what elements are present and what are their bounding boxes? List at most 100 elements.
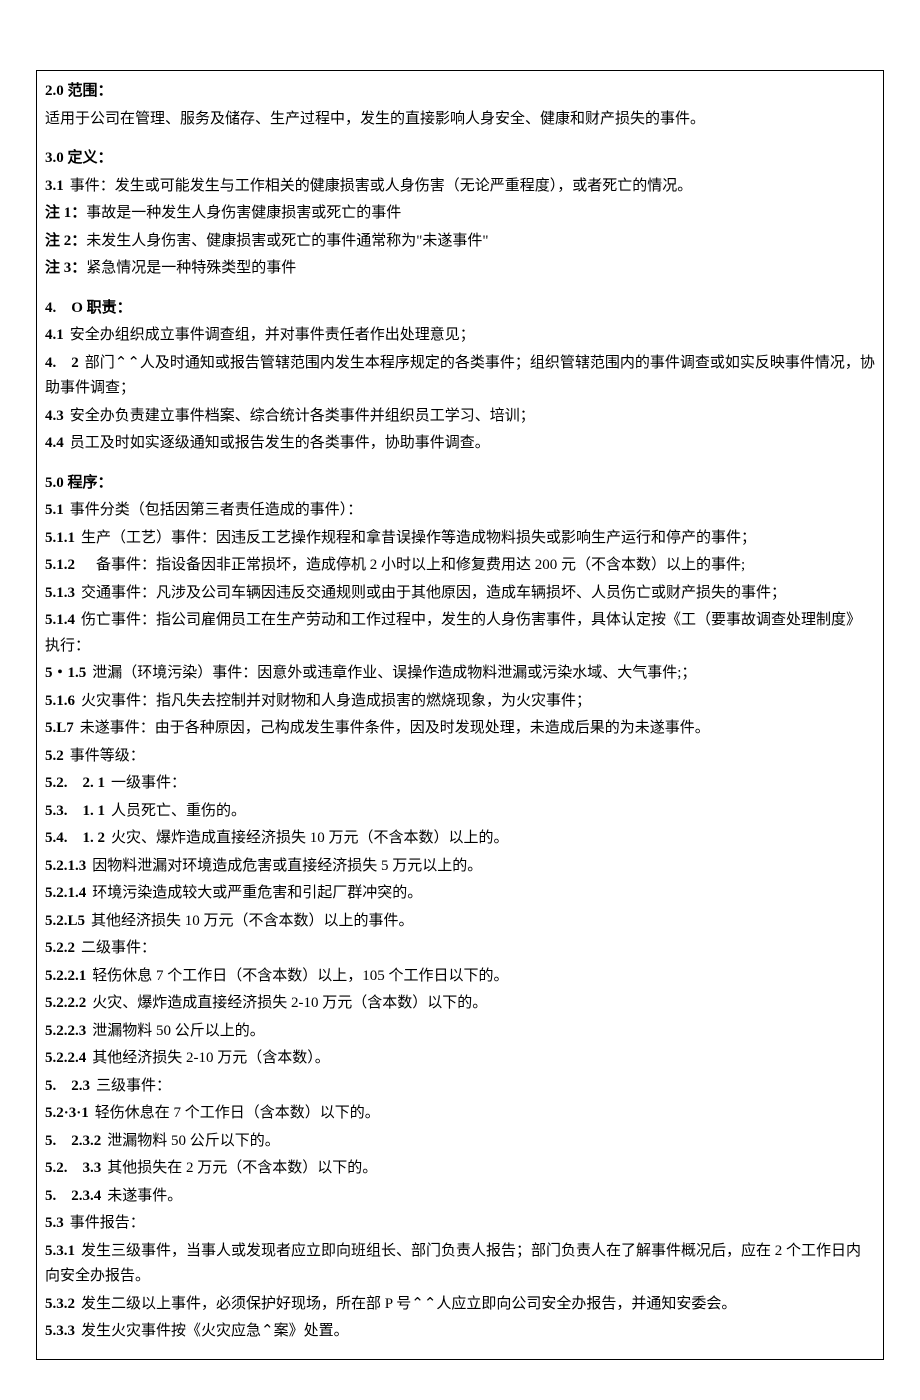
note-3: 注 3：紧急情况是一种特殊类型的事件 [45,256,875,282]
item-5.2.3.3: 5.2. 3.3 其他损失在 2 万元（不含本数）以下的。 [45,1156,875,1182]
num-5.2.1: 5.2. 2. 1 [45,775,105,791]
num-5.2.1.5: 5.2.L5 [45,913,85,929]
num-5.1.1: 5.1.1 [45,530,75,546]
text-5.3.2: 发生二级以上事件，必须保护好现场，所在部 P 号⌃⌃人应立即向公司安全办报告，并… [81,1296,736,1312]
text-5.1.3: 交通事件：凡涉及公司车辆因违反交通规则或由于其他原因，造成车辆损坏、人员伤亡或财… [81,585,786,601]
num-5.1: 5.1 [45,502,64,518]
text-5.2.1: 一级事件： [111,775,186,791]
item-5.3.1: 5.3.1发生三级事件，当事人或发现者应立即向班组长、部门负责人报告；部门负责人… [45,1239,875,1290]
item-5.2.1.4: 5.2.1.4 环境污染造成较大或严重危害和引起厂群冲突的。 [45,881,875,907]
item-3.1: 3.1 事件：发生或可能发生与工作相关的健康损害或人身伤害（无论严重程度），或者死… [45,174,875,200]
num-5.2.3.3: 5.2. 3.3 [45,1160,101,1176]
num-5.1.2: 5.1.2 [45,557,75,573]
section-2-body: 适用于公司在管理、服务及储存、生产过程中，发生的直接影响人身安全、健康和财产损失… [45,107,875,133]
num-5.1.5: 5・1.5 [45,665,86,681]
num-4.4: 4.4 [45,435,64,451]
num-5.2.2.1: 5.2.2.1 [45,968,86,984]
item-5.2.1: 5.2. 2. 1 一级事件： [45,771,875,797]
num-5.1.3: 5.1.3 [45,585,75,601]
item-5.3.3: 5.3.3 发生火灾事件按《火灾应急⌃案》处置。 [45,1319,875,1345]
num-5.2.2.2: 5.2.2.2 [45,995,86,1011]
item-5.1.5: 5・1.5 泄漏（环境污染）事件：因意外或违章作业、误操作造成物料泄漏或污染水域、… [45,661,875,687]
text-5.2: 事件等级： [70,748,145,764]
num-5: 5.0 [45,475,64,491]
item-5.1: 5.1事件分类（包括因第三者责任造成的事件）： [45,498,875,524]
note1-label: 注 1： [45,205,86,221]
num-5.2.1.3: 5.2.1.3 [45,858,86,874]
item-5.2.2.4: 5.2.2.4其他经济损失 2-10 万元（含本数）。 [45,1046,875,1072]
item-4.1: 4.1安全办组织成立事件调查组，并对事件责任者作出处理意见； [45,323,875,349]
label-5: 程序： [68,475,113,491]
content-frame: 2.0 范围： 适用于公司在管理、服务及储存、生产过程中，发生的直接影响人身安全… [36,70,884,1360]
note2-label: 注 2： [45,233,86,249]
text-5.3: 事件报告： [70,1215,145,1231]
section-5: 5.0 程序： [45,471,875,497]
item-5.1.6: 5.1.6火灾事件：指凡失去控制并对财物和人身造成损害的燃烧现象，为火灾事件； [45,689,875,715]
item-5.1.3: 5.1.3 交通事件：凡涉及公司车辆因违反交通规则或由于其他原因，造成车辆损坏、人… [45,581,875,607]
section-2-heading: 2.0 范围： [45,83,113,99]
num-5.3.1: 5.3.1 [45,1243,75,1259]
item-5.2.1.1: 5.3. 1. 1 人员死亡、重伤的。 [45,799,875,825]
item-5.2.2: 5.2.2二级事件： [45,936,875,962]
num-5.1.7: 5.L7 [45,720,74,736]
text-4.4: 员工及时如实逐级通知或报告发生的各类事件，协助事件调查。 [70,435,490,451]
num-5.2.2: 5.2.2 [45,940,75,956]
text-5.2.1.5: 其他经济损失 10 万元（不含本数）以上的事件。 [91,913,414,929]
item-5.3.2: 5.3.2 发生二级以上事件，必须保护好现场，所在部 P 号⌃⌃人应立即向公司安全… [45,1292,875,1318]
text-5.1.2: 备事件：指设备因非正常损坏，造成停机 2 小时以上和修复费用达 200 元（不含… [96,557,745,573]
num-4: 4. O [45,300,83,316]
num-5.3.2: 5.3.2 [45,1296,75,1312]
num-5.2.3.2: 5. 2.3.2 [45,1133,101,1149]
item-5.2.3.4: 5. 2.3.4未遂事件。 [45,1184,875,1210]
num-5.2.1.2: 5.4. 1. 2 [45,830,105,846]
text-5.2.3.3: 其他损失在 2 万元（不含本数）以下的。 [107,1160,377,1176]
num-5.3.3: 5.3.3 [45,1323,75,1339]
text-5.1.5: 泄漏（环境污染）事件：因意外或违章作业、误操作造成物料泄漏或污染水域、大气事件;… [92,665,696,681]
text-5.2.1.1: 人员死亡、重伤的。 [111,803,246,819]
note3-label: 注 3： [45,260,86,276]
text-5.2.1.4: 环境污染造成较大或严重危害和引起厂群冲突的。 [92,885,422,901]
note3-text: 紧急情况是一种特殊类型的事件 [86,260,296,276]
item-5.2.1.2: 5.4. 1. 2 火灾、爆炸造成直接经济损失 10 万元（不含本数）以上的。 [45,826,875,852]
num-3.1: 3.1 [45,178,64,194]
num-5.2.1.4: 5.2.1.4 [45,885,86,901]
text-5.1.7: 未遂事件：由于各种原因，己构成发生事件条件，因及时发现处理，未造成后果的为未遂事… [80,720,710,736]
text-5.2.2.3: 泄漏物料 50 公斤以上的。 [92,1023,265,1039]
text-5.2.2.4: 其他经济损失 2-10 万元（含本数）。 [92,1050,330,1066]
item-4.3: 4.3 安全办负责建立事件档案、综合统计各类事件并组织员工学习、培训； [45,404,875,430]
section-5-heading: 5.0 程序： [45,475,113,491]
section-2: 2.0 范围： [45,79,875,105]
item-5.2.2.3: 5.2.2.3 泄漏物料 50 公斤以上的。 [45,1019,875,1045]
text-5.1.1: 生产（工艺）事件：因违反工艺操作规程和拿昔误操作等造成物料损失或影响生产运行和停… [81,530,756,546]
section-4: 4. O 职责： [45,296,875,322]
num-5.2.3.4: 5. 2.3.4 [45,1188,101,1204]
section-4-heading: 4. O 职责： [45,300,132,316]
note-1: 注 1：事故是一种发生人身伤害健康损害或死亡的事件 [45,201,875,227]
document-page: 2.0 范围： 适用于公司在管理、服务及储存、生产过程中，发生的直接影响人身安全… [0,0,920,1400]
text-5.3.3: 发生火灾事件按《火灾应急⌃案》处置。 [81,1323,349,1339]
text-5.2.3.1: 轻伤休息在 7 个工作日（含本数）以下的。 [95,1105,380,1121]
label-3.0: 定义： [68,150,113,166]
num-4.1: 4.1 [45,327,64,343]
text-3.1: 事件：发生或可能发生与工作相关的健康损害或人身伤害（无论严重程度），或者死亡的情… [70,178,693,194]
item-5.2.1.5: 5.2.L5 其他经济损失 10 万元（不含本数）以上的事件。 [45,909,875,935]
item-4.4: 4.4 员工及时如实逐级通知或报告发生的各类事件，协助事件调查。 [45,431,875,457]
num-4.3: 4.3 [45,408,64,424]
num-5.2.1.1: 5.3. 1. 1 [45,803,105,819]
item-5.2.2.1: 5.2.2.1 轻伤休息 7 个工作日（不含本数）以上，105 个工作日以下的。 [45,964,875,990]
item-5.2: 5.2 事件等级： [45,744,875,770]
text-5.2.3: 三级事件： [96,1078,171,1094]
num-5.2: 5.2 [45,748,64,764]
section-3-heading: 3.0 定义： [45,150,113,166]
text-4.3: 安全办负责建立事件档案、综合统计各类事件并组织员工学习、培训； [70,408,535,424]
num-5.2.2.3: 5.2.2.3 [45,1023,86,1039]
item-5.1.4: 5.1.4伤亡事件：指公司雇佣员工在生产劳动和工作过程中，发生的人身伤害事件，具… [45,608,875,659]
item-5.2.3: 5. 2.3三级事件： [45,1074,875,1100]
text-5.2.2.1: 轻伤休息 7 个工作日（不含本数）以上，105 个工作日以下的。 [92,968,508,984]
text-4.2: 部门⌃⌃人及时通知或报告管辖范围内发生本程序规定的各类事件；组织管辖范围内的事件… [45,355,875,397]
item-5.2.3.1: 5.2·3·1轻伤休息在 7 个工作日（含本数）以下的。 [45,1101,875,1127]
text-5.2.3.2: 泄漏物料 50 公斤以下的。 [107,1133,280,1149]
note2-text: 未发生人身伤害、健康损害或死亡的事件通常称为"未遂事件" [86,233,488,249]
text-5.2.1.2: 火灾、爆炸造成直接经济损失 10 万元（不含本数）以上的。 [111,830,509,846]
label-4: 职责： [87,300,132,316]
